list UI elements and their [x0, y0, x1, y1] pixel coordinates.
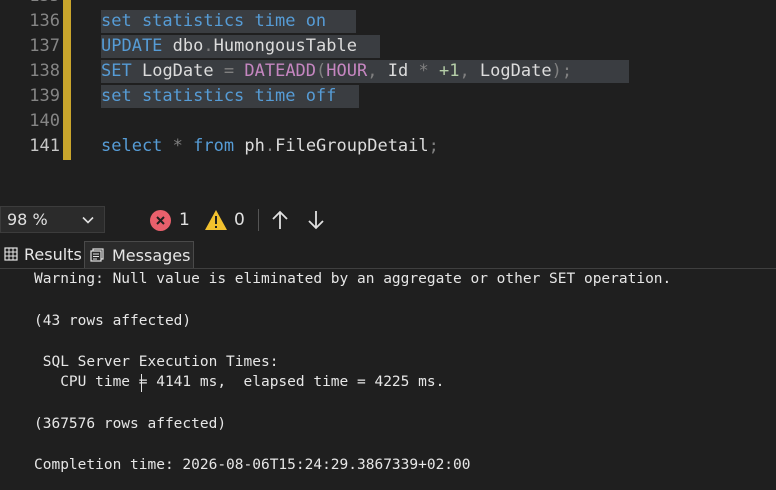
message-exec-times-header: SQL Server Execution Times: — [34, 354, 279, 370]
error-count: 1 — [179, 210, 190, 230]
message-rows-affected: (43 rows affected) — [34, 313, 192, 329]
chevron-down-icon — [82, 216, 94, 224]
tab-results[interactable]: Results — [0, 241, 82, 268]
line-number: 135 — [0, 0, 60, 9]
code-line-137[interactable]: UPDATE dbo.HumongousTable — [101, 34, 357, 59]
warning-icon[interactable] — [204, 209, 228, 231]
message-rows-affected-2: (367576 rows affected) — [34, 416, 227, 432]
keyword: select — [101, 136, 163, 156]
line-number: 139 — [29, 86, 60, 106]
code-line-138[interactable]: SET LogDate = DATEADD(HOUR, Id * +1, Log… — [101, 59, 572, 84]
operator: * — [172, 136, 183, 156]
tab-messages[interactable]: Messages — [84, 241, 194, 268]
divider — [258, 209, 259, 231]
messages-icon — [90, 248, 104, 262]
arrow-down-icon[interactable] — [306, 209, 326, 231]
schema-name: ph — [244, 136, 265, 156]
line-number: 137 — [29, 36, 60, 56]
function-name: DATEADD — [244, 61, 317, 81]
line-number: 140 — [29, 111, 60, 131]
tab-results-label: Results — [24, 245, 82, 264]
editor-status-strip: 98 % 1 0 — [0, 201, 776, 239]
results-tabs: Results Messages — [0, 239, 776, 269]
keyword: SET — [101, 61, 132, 81]
text-cursor — [141, 374, 142, 392]
code-line-136[interactable]: set statistics time on — [101, 9, 326, 34]
zoom-dropdown[interactable]: 98 % — [0, 206, 105, 233]
table-name: FileGroupDetail — [275, 136, 429, 156]
arrow-up-icon[interactable] — [270, 209, 290, 231]
message-warning: Warning: Null value is eliminated by an … — [34, 271, 672, 287]
grid-icon — [4, 247, 18, 261]
schema-name: dbo — [172, 36, 204, 56]
operator: = — [223, 61, 235, 81]
line-number: 138 — [29, 61, 60, 81]
messages-pane[interactable]: Warning: Null value is eliminated by an … — [0, 269, 776, 490]
column-name: Id — [387, 61, 409, 81]
tab-messages-label: Messages — [112, 246, 191, 265]
column-name: LogDate — [141, 61, 214, 81]
datepart: HOUR — [326, 61, 368, 81]
code-line-141[interactable]: select * from ph.FileGroupDetail; — [101, 134, 439, 159]
line-number: 136 — [29, 11, 60, 31]
line-number-current: 141 — [29, 136, 60, 156]
warning-count: 0 — [234, 210, 245, 230]
code-line-139[interactable]: set statistics time off — [101, 84, 336, 109]
keyword: from — [193, 136, 235, 156]
keyword: UPDATE — [101, 36, 163, 56]
query-editor[interactable]: 135 136 137 138 139 140 141 set statisti… — [0, 0, 776, 201]
table-name: HumongousTable — [213, 36, 357, 56]
zoom-value: 98 % — [7, 210, 48, 229]
message-cpu-time: CPU time = 4141 ms, elapsed time = 4225 … — [34, 374, 445, 390]
column-name: LogDate — [479, 61, 552, 81]
message-completion-time: Completion time: 2026-08-06T15:24:29.386… — [34, 457, 471, 473]
number-literal: +1 — [438, 61, 460, 81]
error-icon[interactable] — [150, 210, 171, 231]
change-marker — [63, 0, 71, 160]
